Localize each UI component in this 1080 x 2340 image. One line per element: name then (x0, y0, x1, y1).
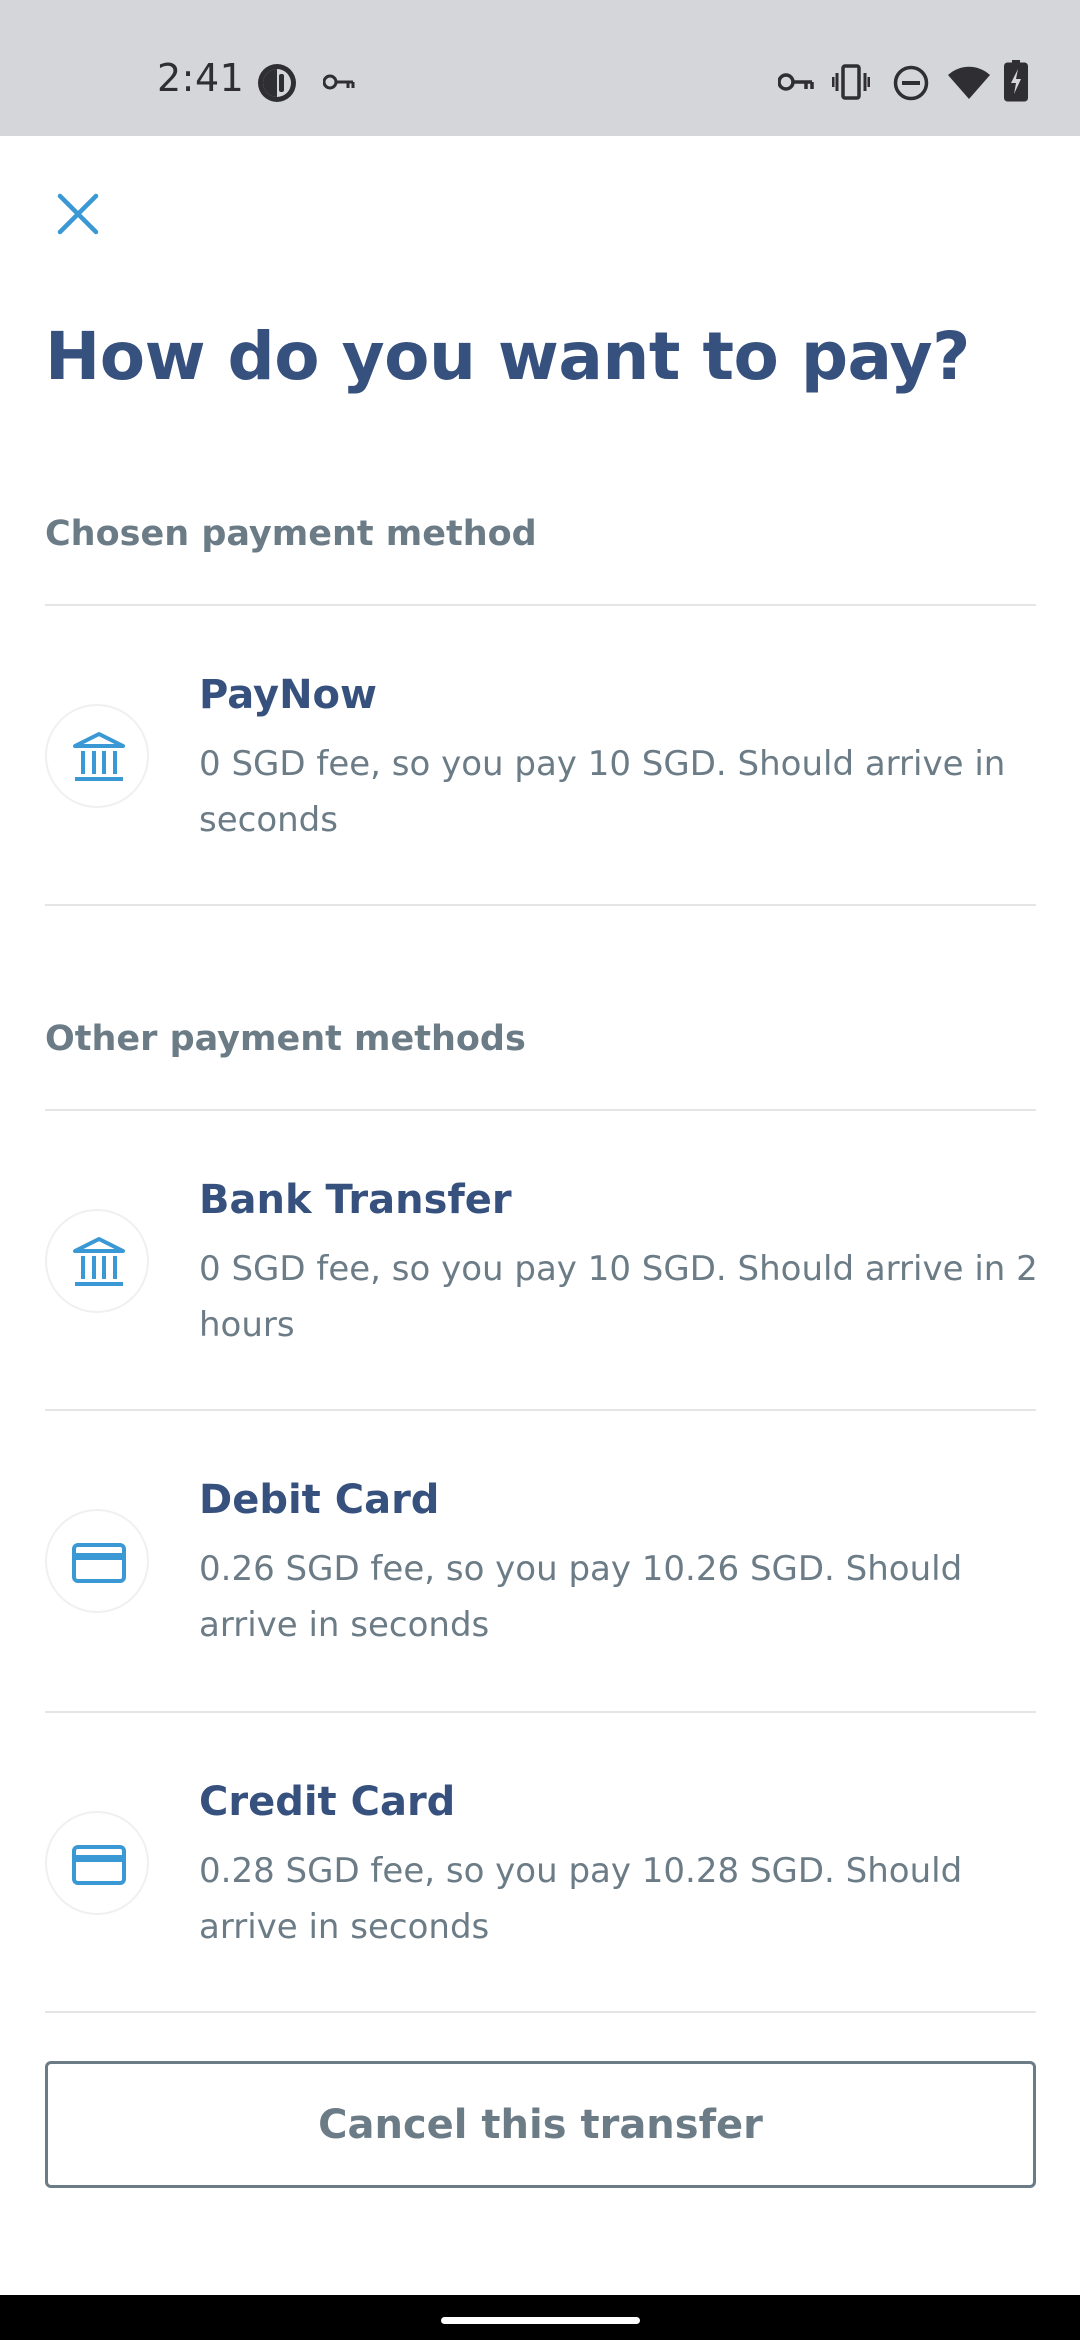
home-gesture-handle[interactable] (441, 2317, 640, 2324)
navigation-bar (0, 2295, 1080, 2340)
status-bar: 2:41 (0, 0, 1080, 136)
page-title: How do you want to pay? (45, 318, 970, 395)
other-methods-label: Other payment methods (45, 1019, 526, 1059)
payment-method-description: 0 SGD fee, so you pay 10 SGD. Should arr… (199, 1249, 1038, 1345)
payment-method-name: PayNow (199, 672, 377, 718)
bank-icon (73, 1237, 125, 1286)
bank-icon-badge (45, 704, 149, 808)
payment-method-description: 0 SGD fee, so you pay 10 SGD. Should arr… (199, 744, 1006, 840)
bank-icon (73, 732, 125, 781)
payment-method-credit-card[interactable]: Credit Card 0.28 SGD fee, so you pay 10.… (45, 1713, 1036, 2011)
payment-method-bank-transfer[interactable]: Bank Transfer 0 SGD fee, so you pay 10 S… (45, 1111, 1038, 1409)
vibrate-icon (832, 64, 870, 100)
card-icon-badge (45, 1811, 149, 1915)
notification-app-icon (258, 64, 296, 102)
status-time: 2:41 (157, 56, 245, 100)
wifi-icon (948, 66, 990, 99)
divider (45, 904, 1036, 906)
card-icon (72, 1845, 126, 1885)
payment-method-paynow[interactable]: PayNow 0 SGD fee, so you pay 10 SGD. Sho… (45, 606, 1036, 904)
chosen-method-label: Chosen payment method (45, 514, 537, 554)
payment-method-description: 0.28 SGD fee, so you pay 10.28 SGD. Shou… (199, 1851, 963, 1947)
bank-icon-badge (45, 1209, 149, 1313)
close-icon (57, 193, 99, 235)
do-not-disturb-icon (893, 65, 929, 101)
payment-method-description: 0.26 SGD fee, so you pay 10.26 SGD. Shou… (199, 1549, 963, 1645)
vpn-key-icon (323, 74, 355, 90)
cancel-transfer-button[interactable]: Cancel this transfer (45, 2061, 1036, 2188)
close-button[interactable] (48, 184, 108, 244)
payment-method-name: Credit Card (199, 1779, 456, 1825)
battery-charging-icon (1004, 60, 1028, 102)
screen: 2:41 How do you want to pay? Chosen paym… (0, 0, 1080, 2340)
vpn-key-icon (778, 73, 814, 91)
payment-method-name: Bank Transfer (199, 1177, 512, 1223)
card-icon (72, 1543, 126, 1583)
payment-method-debit-card[interactable]: Debit Card 0.26 SGD fee, so you pay 10.2… (45, 1411, 1036, 1711)
payment-method-name: Debit Card (199, 1477, 440, 1523)
divider (45, 2011, 1036, 2013)
card-icon-badge (45, 1509, 149, 1613)
